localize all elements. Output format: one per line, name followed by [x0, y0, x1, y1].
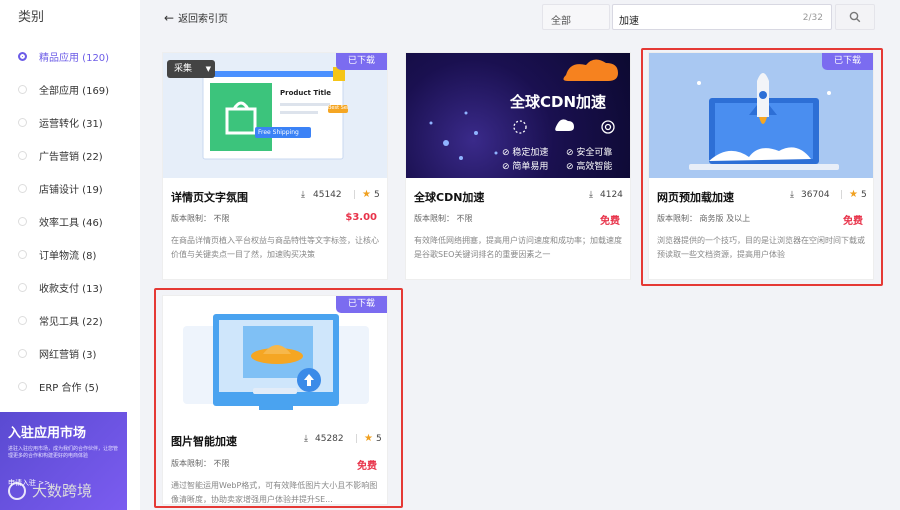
radio-icon[interactable] — [18, 249, 27, 259]
radio-icon[interactable] — [18, 150, 27, 160]
sidebar-item-label: 常见工具 (22) — [39, 316, 103, 328]
collect-button[interactable]: 采集 ▼ — [167, 60, 215, 78]
radio-icon[interactable] — [18, 282, 27, 292]
card-price: $3.00 — [345, 212, 377, 223]
sidebar-item-label: 收款支付 (13) — [39, 283, 103, 295]
sidebar-item-payment[interactable]: 收款支付 (13) — [0, 276, 140, 298]
sidebar-item-operations[interactable]: 运营转化 (31) — [0, 111, 140, 133]
download-icon: ⤓ — [301, 190, 305, 200]
category-select[interactable]: 全部 — [542, 4, 610, 30]
brand-logo-icon — [8, 481, 26, 500]
card-description: 有效降低网络拥塞，提高用户访问速度和成功率；加载速度是谷歌SEO关键词排名的重要… — [414, 236, 622, 259]
back-link[interactable]: ← 返回索引页 — [164, 10, 229, 26]
search-button[interactable] — [835, 4, 875, 30]
collect-label: 采集 — [174, 64, 193, 74]
radio-icon[interactable] — [18, 216, 27, 226]
cdn-feature-label: 高效智能 — [576, 162, 613, 172]
promo-title: 入驻应用市场 — [8, 426, 87, 441]
card-image: 全球CDN加速 ⊘ 稳定加速 ⊘ 安全可靠 ⊘ 简单易用 ⊘ 高效智能 — [406, 53, 630, 178]
brand-watermark: 大数跨境 — [8, 480, 92, 501]
sidebar-item-erp[interactable]: ERP 合作 (5) — [0, 375, 140, 397]
version-limit: 版本限制： 不限 — [171, 214, 230, 223]
downloaded-badge: 已下载 — [335, 53, 387, 70]
radio-icon[interactable] — [18, 348, 27, 358]
sidebar-item-logistics[interactable]: 订单物流 (8) — [0, 243, 140, 265]
download-count: 4124 — [600, 190, 623, 200]
app-card[interactable]: Product Title Best Selling Free Shipping… — [162, 52, 388, 280]
sidebar-item-efficiency[interactable]: 效率工具 (46) — [0, 210, 140, 232]
radio-icon[interactable] — [18, 84, 27, 94]
sidebar: 类别 精品应用 (120) 全部应用 (169) 运营转化 (31) 广告营销 … — [0, 0, 140, 510]
sidebar-item-tools[interactable]: 常见工具 (22) — [0, 309, 140, 331]
sidebar-item-label: 订单物流 (8) — [39, 250, 97, 262]
cdn-image-title: 全球CDN加速 — [510, 93, 607, 111]
card-title: 全球CDN加速 — [414, 191, 485, 204]
sidebar-item-label: 网红营销 (3) — [39, 349, 97, 361]
card-rating: 5 — [374, 190, 380, 200]
sidebar-item-store-design[interactable]: 店铺设计 (19) — [0, 177, 140, 199]
sidebar-item-ads[interactable]: 广告营销 (22) — [0, 144, 140, 166]
back-label: 返回索引页 — [178, 14, 229, 25]
radio-icon[interactable] — [18, 315, 27, 325]
cdn-feature-label: 简单易用 — [512, 162, 549, 172]
card-image: Product Title Best Selling Free Shipping… — [163, 53, 387, 178]
sidebar-item-influencer[interactable]: 网红营销 (3) — [0, 342, 140, 364]
divider: | — [353, 190, 357, 200]
app-card[interactable]: 全球CDN加速 ⊘ 稳定加速 ⊘ 安全可靠 ⊘ 简单易用 ⊘ 高效智能 全球CD… — [405, 52, 631, 280]
sidebar-item-label: 广告营销 (22) — [39, 151, 103, 163]
star-icon: ★ — [362, 189, 371, 200]
sidebar-item-label: 运营转化 (31) — [39, 118, 103, 130]
search-value: 加速 — [619, 16, 639, 27]
brand-name: 大数跨境 — [32, 482, 93, 500]
cdn-feature-label: 安全可靠 — [576, 148, 613, 158]
cdn-feature-3: ⊘ 简单易用 — [502, 162, 549, 172]
radio-icon[interactable] — [18, 183, 27, 193]
search-input[interactable]: 加速 2/32 — [612, 4, 832, 30]
card-description: 在商品详情页植入平台权益与商品特性等文字标签，让核心价值与关键卖点一目了然，加速… — [171, 236, 379, 259]
download-icon: ⤓ — [589, 190, 593, 200]
caret-down-icon: ▼ — [205, 65, 211, 73]
radio-selected-icon[interactable] — [18, 51, 27, 61]
highlight-box — [154, 288, 403, 508]
cdn-feature-4: ⊘ 高效智能 — [566, 162, 613, 172]
sidebar-title: 类别 — [18, 10, 45, 25]
cdn-feature-2: ⊘ 安全可靠 — [566, 148, 613, 158]
search-icon — [849, 11, 861, 23]
radio-icon[interactable] — [18, 117, 27, 127]
sidebar-item-premium[interactable]: 精品应用 (120) — [0, 45, 140, 67]
download-count: 45142 — [313, 190, 342, 200]
preview-product-title: Product Title — [280, 89, 331, 97]
radio-icon[interactable] — [18, 381, 27, 391]
promo-description: 进驻入驻应用市场，成为我们的合作伙伴，让您管理更多的合作和构建更好的电商体验 — [8, 446, 119, 459]
card-price: 免费 — [600, 216, 620, 227]
search-char-count: 2/32 — [802, 13, 823, 23]
cdn-feature-label: 稳定加速 — [512, 148, 549, 158]
card-title: 详情页文字氛围 — [171, 191, 248, 204]
sidebar-item-label: 全部应用 (169) — [39, 85, 110, 97]
highlight-box — [641, 48, 883, 286]
sidebar-item-label: ERP 合作 (5) — [39, 382, 99, 394]
version-limit: 版本限制： 不限 — [414, 214, 473, 223]
app-root: 类别 精品应用 (120) 全部应用 (169) 运营转化 (31) 广告营销 … — [0, 0, 900, 510]
sidebar-item-label: 效率工具 (46) — [39, 217, 103, 229]
preview-best-selling-tag: Best Selling — [328, 105, 348, 111]
preview-free-shipping-tag: Free Shipping — [258, 129, 299, 136]
sidebar-item-all[interactable]: 全部应用 (169) — [0, 78, 140, 100]
sidebar-item-label: 店铺设计 (19) — [39, 184, 103, 196]
cdn-feature-1: ⊘ 稳定加速 — [502, 148, 549, 158]
arrow-left-icon: ← — [164, 10, 175, 25]
sidebar-item-label: 精品应用 (120) — [39, 52, 110, 64]
